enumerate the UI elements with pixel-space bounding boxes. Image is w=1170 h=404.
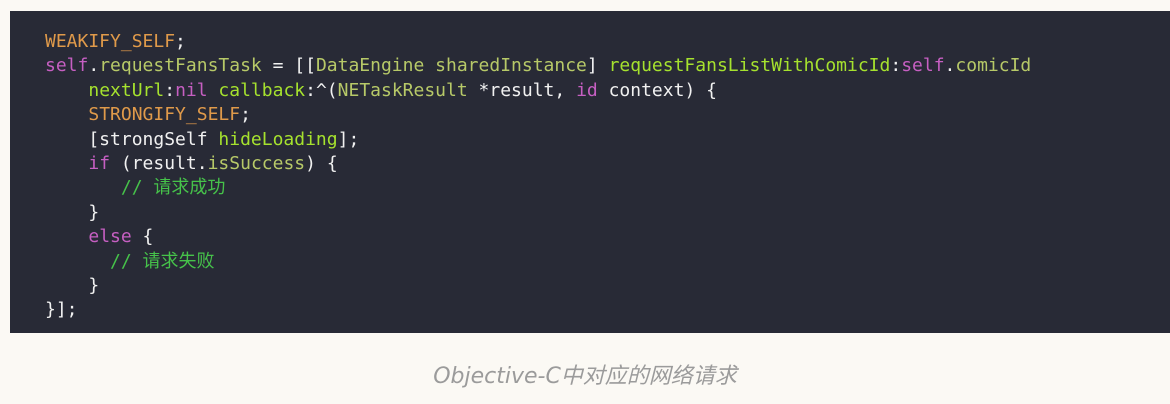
code-token: hideLoading xyxy=(218,128,338,150)
code-line: // 请求失败 xyxy=(45,250,1170,274)
code-token: [strongSelf xyxy=(45,128,219,150)
figure-caption: Objective-C中对应的网络请求 xyxy=(433,364,737,389)
code-token: ; xyxy=(240,104,251,126)
code-token: . xyxy=(944,55,956,77)
code-line: else { xyxy=(45,225,1170,249)
code-token: :^( xyxy=(305,79,338,101)
code-token: comicId xyxy=(955,55,1032,77)
code-token: ] xyxy=(586,55,609,77)
code-listing: WEAKIFY_SELF; self.requestFansTask = [[Da… xyxy=(45,30,1170,323)
code-line: WEAKIFY_SELF; xyxy=(45,30,1170,54)
code-token: } xyxy=(45,274,100,296)
code-token: if xyxy=(88,152,111,174)
code-token: DataEngine xyxy=(315,55,425,77)
code-token: sharedInstance xyxy=(435,55,587,77)
code-token: . xyxy=(88,55,100,77)
code-line: // 请求成功 xyxy=(45,176,1170,200)
code-line: self.requestFansTask = [[DataEngine shar… xyxy=(45,54,1170,78)
code-line: nextUrl:nil callback:^(NETaskResult *res… xyxy=(45,79,1170,103)
code-token: ; xyxy=(175,31,186,52)
code-token: requestFansTask xyxy=(99,55,262,77)
code-block: WEAKIFY_SELF; self.requestFansTask = [[Da… xyxy=(10,11,1170,333)
code-token: // 请求失败 xyxy=(110,250,215,272)
code-token: self xyxy=(45,55,89,77)
code-token: ]; xyxy=(337,128,360,150)
code-token: isSuccess xyxy=(207,152,306,174)
code-token: WEAKIFY_SELF xyxy=(45,31,176,52)
code-token: = [[ xyxy=(261,55,316,77)
code-token: STRONGIFY_SELF xyxy=(88,104,241,126)
code-token: (result. xyxy=(110,152,208,174)
code-token: NETaskResult xyxy=(337,79,468,101)
code-token: // 请求成功 xyxy=(120,177,226,199)
code-token: nextUrl xyxy=(88,79,165,101)
code-token: *result, xyxy=(467,79,577,101)
code-token: context) { xyxy=(597,79,717,101)
code-line: }]; xyxy=(45,298,1170,322)
code-line: } xyxy=(45,201,1170,225)
code-token: id xyxy=(576,79,598,101)
code-token: : xyxy=(890,55,902,77)
code-line: [strongSelf hideLoading]; xyxy=(45,128,1170,152)
code-token: { xyxy=(131,226,154,248)
code-token: self xyxy=(901,55,945,77)
code-token: nil xyxy=(175,79,208,101)
code-token: } xyxy=(45,201,100,223)
code-line: if (result.isSuccess) { xyxy=(45,152,1170,176)
code-token: }]; xyxy=(45,299,78,321)
code-token: else xyxy=(88,226,132,248)
code-token: callback xyxy=(218,79,306,101)
code-line: } xyxy=(45,274,1170,298)
code-token: ) { xyxy=(305,152,338,174)
code-token: : xyxy=(164,79,176,101)
code-token: requestFansListWithComicId xyxy=(608,55,891,77)
code-line: STRONGIFY_SELF; xyxy=(45,103,1170,127)
